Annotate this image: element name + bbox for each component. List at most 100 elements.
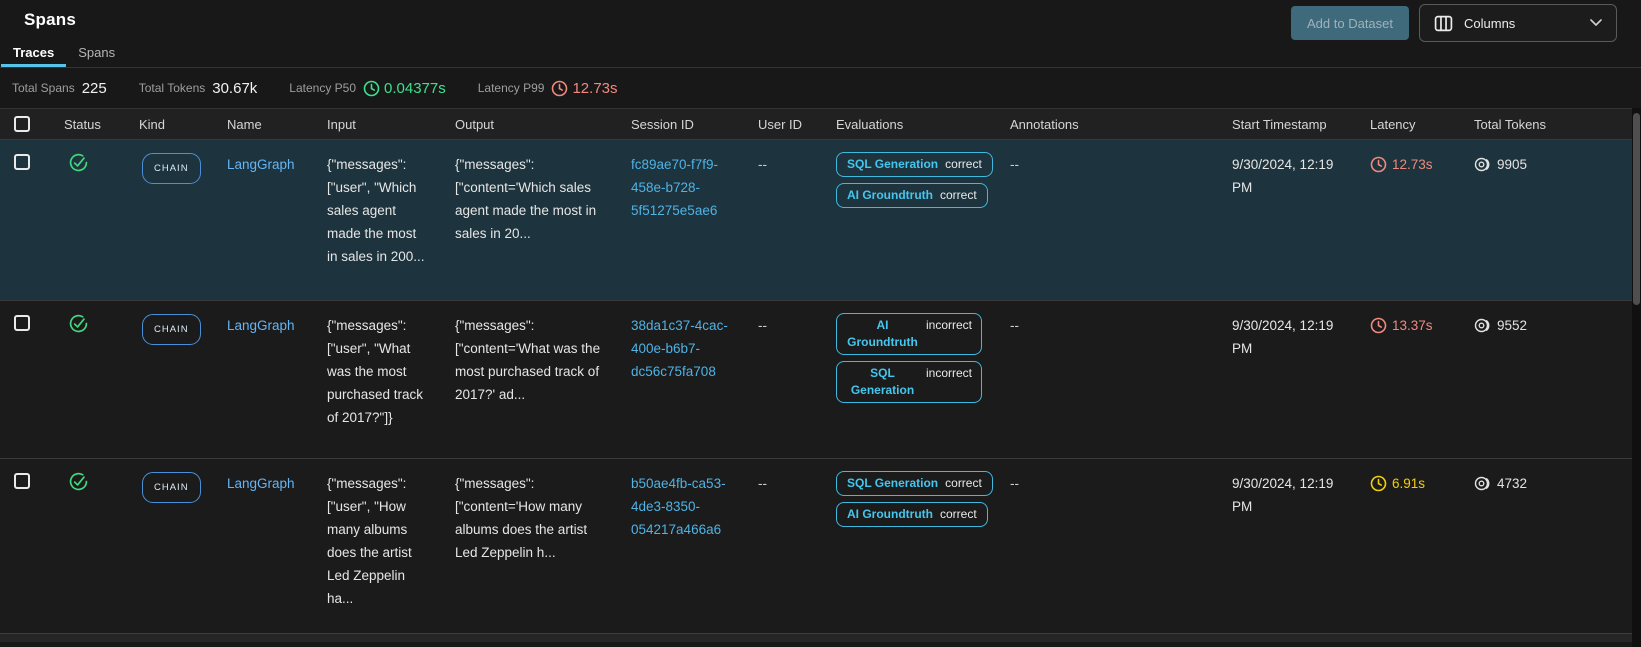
select-all-cell [0, 116, 54, 132]
session-id-cell: 38da1c37-4cac-400e-b6b7-dc56c75fa708 [621, 301, 748, 391]
col-start-timestamp[interactable]: Start Timestamp [1222, 117, 1360, 132]
stat-label: Latency P50 [289, 81, 357, 95]
status-cell [54, 140, 129, 188]
row-checkbox[interactable] [14, 473, 30, 489]
stat-value: 0.04377s [384, 79, 446, 97]
evaluation-value: incorrect [925, 366, 972, 380]
evaluation-label: AI Groundtruth [847, 318, 918, 349]
session-id-cell: fc89ae70-f7f9-458e-b728-5f51275e5ae6 [621, 140, 748, 230]
session-id-link[interactable]: fc89ae70-f7f9-458e-b728-5f51275e5ae6 [631, 153, 728, 222]
latency-cell: 13.37s [1360, 301, 1464, 349]
clock-icon [363, 80, 380, 97]
kind-cell: CHAIN [129, 459, 217, 511]
session-id-link[interactable]: b50ae4fb-ca53-4de3-8350-054217a466a6 [631, 472, 728, 541]
clock-icon [551, 80, 568, 97]
select-all-checkbox[interactable] [14, 116, 30, 132]
tokens-value: 9552 [1497, 318, 1528, 333]
evaluation-pill[interactable]: SQL Generation correct [836, 152, 993, 177]
latency-p99-value: 12.73s [551, 79, 618, 97]
input-cell: {"messages": ["user", "How many albums d… [327, 476, 412, 606]
status-ok-icon [68, 152, 89, 173]
topbar-actions: Add to Dataset Columns [1291, 4, 1617, 42]
clock-icon [1370, 317, 1387, 334]
col-output[interactable]: Output [445, 117, 621, 132]
span-name-link[interactable]: LangGraph [227, 476, 295, 491]
tokens-icon [1474, 156, 1492, 173]
status-cell [54, 301, 129, 349]
session-id-link[interactable]: 38da1c37-4cac-400e-b6b7-dc56c75fa708 [631, 314, 728, 383]
evaluation-value: correct [939, 507, 977, 521]
evaluation-pill[interactable]: AI Groundtruth correct [836, 502, 988, 527]
vertical-scrollbar[interactable] [1632, 108, 1641, 647]
col-latency[interactable]: Latency [1360, 117, 1464, 132]
columns-dropdown[interactable]: Columns [1419, 4, 1617, 42]
row-checkbox[interactable] [14, 315, 30, 331]
latency-cell: 6.91s [1360, 459, 1464, 507]
clock-icon [1370, 475, 1387, 492]
table-row[interactable]: CHAIN LangGraph {"messages": ["user", "W… [0, 300, 1641, 458]
col-user-id[interactable]: User ID [748, 117, 826, 132]
row-select-cell [0, 140, 54, 178]
col-evaluations[interactable]: Evaluations [826, 117, 1000, 132]
evaluations-cell: AI Groundtruth incorrect SQL Generation … [826, 301, 1000, 411]
latency-metric: 6.91s [1370, 472, 1425, 495]
evaluation-pill[interactable]: SQL Generation incorrect [836, 361, 982, 403]
tokens-metric: 9552 [1474, 314, 1527, 337]
span-name-link[interactable]: LangGraph [227, 318, 295, 333]
col-kind[interactable]: Kind [129, 117, 217, 132]
row-checkbox[interactable] [14, 154, 30, 170]
tab-spans[interactable]: Spans [66, 40, 127, 67]
start-timestamp-cell: 9/30/2024, 12:19 PM [1232, 318, 1334, 356]
latency-value: 6.91s [1392, 476, 1426, 491]
evaluation-label: AI Groundtruth [847, 188, 933, 202]
col-session-id[interactable]: Session ID [621, 117, 748, 132]
add-to-dataset-button[interactable]: Add to Dataset [1291, 6, 1409, 40]
span-name-link[interactable]: LangGraph [227, 157, 295, 172]
col-name[interactable]: Name [217, 117, 317, 132]
evaluations-cell: SQL Generation correct AI Groundtruth co… [826, 140, 1000, 216]
status-cell [54, 459, 129, 507]
kind-badge: CHAIN [142, 314, 201, 345]
evaluation-label: SQL Generation [850, 366, 915, 397]
annotations-cell: -- [1010, 318, 1019, 333]
stat-label: Latency P99 [477, 81, 545, 95]
evaluation-value: correct [939, 188, 977, 202]
evaluation-pill[interactable]: AI Groundtruth incorrect [836, 313, 982, 355]
columns-icon [1434, 14, 1453, 33]
output-cell: {"messages": ["content='How many albums … [455, 476, 588, 560]
tokens-metric: 9905 [1474, 153, 1527, 176]
col-annotations[interactable]: Annotations [1000, 117, 1222, 132]
topbar: Spans Add to Dataset Columns [0, 0, 1641, 42]
output-cell: {"messages": ["content='Which sales agen… [455, 157, 597, 241]
evaluation-pill[interactable]: AI Groundtruth correct [836, 183, 988, 208]
tab-traces[interactable]: Traces [1, 40, 67, 67]
latency-p50-value: 0.04377s [363, 80, 446, 97]
evaluation-value: incorrect [925, 318, 972, 332]
stats-bar: Total Spans 225 Total Tokens 30.67k Late… [0, 68, 1641, 108]
tokens-metric: 4732 [1474, 472, 1527, 495]
col-status[interactable]: Status [54, 117, 129, 132]
evaluations-cell: SQL Generation correct AI Groundtruth co… [826, 459, 1000, 535]
total-tokens-cell: 9552 [1464, 301, 1641, 349]
stat-value: 225 [81, 79, 107, 97]
columns-label: Columns [1464, 15, 1516, 31]
tab-spans-label: Spans [78, 44, 116, 60]
start-timestamp-cell: 9/30/2024, 12:19 PM [1232, 476, 1334, 514]
horizontal-scrollbar[interactable] [0, 633, 1641, 642]
col-input[interactable]: Input [317, 117, 445, 132]
stat-value: 30.67k [212, 79, 258, 97]
clock-icon [1370, 156, 1387, 173]
table-row[interactable]: CHAIN LangGraph {"messages": ["user", "H… [0, 458, 1641, 633]
annotations-cell: -- [1010, 157, 1019, 172]
name-cell: LangGraph [217, 459, 317, 503]
total-tokens-cell: 9905 [1464, 140, 1641, 188]
tokens-value: 4732 [1497, 476, 1528, 491]
scrollbar-thumb[interactable] [1633, 113, 1640, 305]
table-row[interactable]: CHAIN LangGraph {"messages": ["user", "W… [0, 140, 1641, 300]
stat-value: 12.73s [572, 79, 618, 97]
latency-value: 13.37s [1392, 318, 1433, 333]
user-id-cell: -- [758, 318, 767, 333]
col-total-tokens[interactable]: Total Tokens [1464, 117, 1641, 132]
evaluation-pill[interactable]: SQL Generation correct [836, 471, 993, 496]
output-cell: {"messages": ["content='What was the mos… [455, 318, 601, 402]
